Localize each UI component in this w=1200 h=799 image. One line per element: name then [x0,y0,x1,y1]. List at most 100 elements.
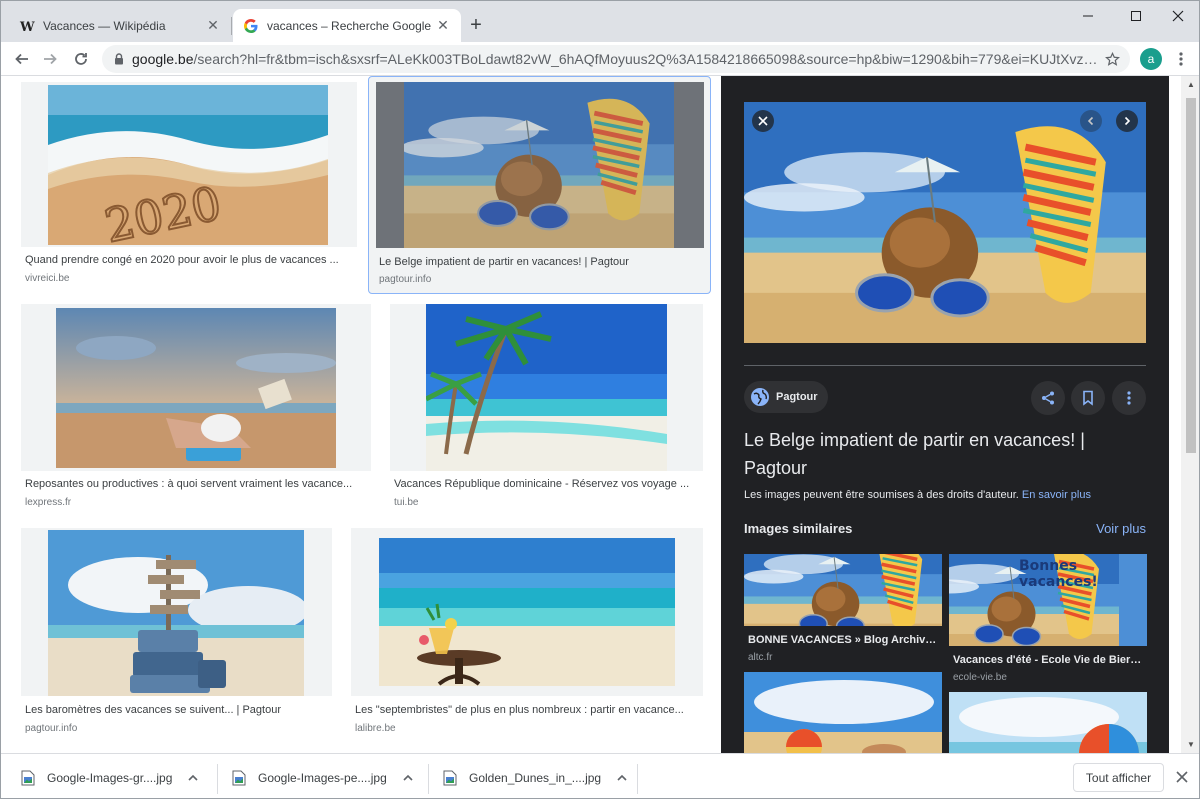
similar-thumbnail[interactable] [744,672,942,753]
image-preview-panel: Pagtour Le Belge impatient de partir en … [721,76,1169,753]
similar-source[interactable]: ecole-vie.be [953,672,1007,683]
forward-button[interactable] [37,46,63,72]
woman-reading-image [56,308,336,468]
chevron-up-icon[interactable] [403,774,413,782]
arrow-right-icon [44,53,57,65]
preview-title[interactable]: Le Belge impatient de partir en vacances… [744,426,1144,482]
result-caption[interactable]: Les "septembristes" de plus en plus nomb… [355,704,695,716]
more-options-button[interactable] [1112,381,1146,415]
download-bar-close-button[interactable] [1173,768,1191,786]
beach-2020-image: 2020 [48,85,328,245]
beach-ball-image [744,672,942,753]
image-result[interactable]: Les baromètres des vacances se suivent..… [21,528,332,738]
svg-text:W: W [19,20,35,34]
image-result[interactable]: Les "septembristes" de plus en plus nomb… [351,528,703,738]
result-thumbnail[interactable] [21,304,371,471]
similar-thumbnail[interactable] [949,692,1147,753]
preview-image[interactable] [744,102,1146,343]
palm-trees-image [426,304,667,471]
similar-title[interactable]: Vacances d'été - Ecole Vie de Bierges [953,654,1145,666]
lock-icon [114,53,124,65]
maximize-button[interactable] [1113,1,1159,31]
download-item[interactable]: Google-Images-pe....jpg [232,754,428,798]
bonnes-vacances-overlay: Bonnes vacances! [1019,558,1098,590]
cocktail-beach-image [379,538,675,686]
tab-close-icon[interactable]: ✕ [205,17,221,34]
coconut-flipflops-image [744,554,942,626]
similar-thumbnail[interactable]: Bonnes vacances! [949,554,1147,646]
tab-google-search[interactable]: vacances – Recherche Google ✕ [233,9,461,42]
coconut-flipflops-image [744,102,1146,343]
new-tab-button[interactable]: + [465,15,487,37]
image-result[interactable]: 2020 Quand prendre congé en 2020 pour av… [21,82,357,292]
scroll-up-icon[interactable]: ▲ [1186,80,1196,89]
divider [637,764,638,794]
source-chip-label: Pagtour [776,391,818,403]
scroll-down-icon[interactable]: ▼ [1186,740,1196,749]
similar-image[interactable] [949,692,1147,753]
result-source[interactable]: pagtour.info [379,274,431,285]
minimize-button[interactable] [1065,1,1111,31]
result-source[interactable]: vivreici.be [25,273,69,284]
beach-ball-image [949,692,1147,753]
similar-image[interactable]: Bonnes vacances! Vacances d'été - Ecole … [949,554,1147,684]
result-thumbnail[interactable]: 2020 [21,82,357,247]
previous-image-button[interactable] [1080,110,1102,132]
see-more-link[interactable]: Voir plus [1096,521,1146,536]
page-scrollbar[interactable]: ▲ ▼ [1181,76,1199,753]
download-filename: Google-Images-pe....jpg [258,770,387,785]
learn-more-link[interactable]: En savoir plus [1022,489,1091,501]
panel-close-button[interactable] [752,110,774,132]
result-source[interactable]: lalibre.be [355,723,396,734]
similar-source[interactable]: altc.fr [748,652,772,663]
next-image-button[interactable] [1116,110,1138,132]
result-thumbnail[interactable] [21,528,332,696]
close-icon [1172,10,1184,22]
similar-title[interactable]: BONNE VACANCES » Blog Archive »... [748,634,940,646]
chevron-up-icon[interactable] [188,774,198,782]
chevron-up-icon[interactable] [617,774,627,782]
scrollbar-thumb[interactable] [1186,98,1196,453]
google-icon [243,18,259,34]
download-item[interactable]: Golden_Dunes_in_....jpg [443,754,639,798]
result-source[interactable]: pagtour.info [25,723,77,734]
image-result[interactable]: Vacances République dominicaine - Réserv… [390,304,703,514]
close-icon [1176,771,1188,783]
result-caption[interactable]: Reposantes ou productives : à quoi serve… [25,478,363,490]
close-icon [758,116,768,126]
result-source[interactable]: lexpress.fr [25,497,71,508]
profile-avatar[interactable]: a [1140,48,1162,70]
result-thumbnail[interactable] [390,304,703,471]
download-item[interactable]: Google-Images-gr....jpg [21,754,217,798]
similar-images-heading: Images similaires [744,521,853,536]
result-source[interactable]: tui.be [394,497,418,508]
maximize-icon [1131,11,1141,21]
address-bar[interactable]: google.be/search?hl=fr&tbm=isch&sxsrf=AL… [102,45,1130,73]
image-file-icon [443,770,459,786]
result-caption[interactable]: Le Belge impatient de partir en vacances… [379,256,702,268]
tab-title: vacances – Recherche Google [267,18,432,33]
window-close-button[interactable] [1155,1,1199,31]
back-button[interactable] [9,46,35,72]
result-caption[interactable]: Vacances République dominicaine - Réserv… [394,478,695,490]
similar-image[interactable] [744,672,942,753]
similar-thumbnail[interactable] [744,554,942,626]
browser-menu-button[interactable] [1171,47,1191,71]
similar-image[interactable]: BONNE VACANCES » Blog Archive »... altc.… [744,554,942,664]
image-result-selected[interactable]: Le Belge impatient de partir en vacances… [368,76,711,294]
source-chip[interactable]: Pagtour [744,381,828,413]
tab-title: Vacances — Wikipédia [43,18,166,33]
result-thumbnail[interactable] [351,528,703,696]
tab-close-icon[interactable]: ✕ [435,17,451,34]
result-caption[interactable]: Quand prendre congé en 2020 pour avoir l… [25,254,349,266]
save-collection-button[interactable] [1071,381,1105,415]
reload-button[interactable] [68,46,94,72]
result-thumbnail[interactable] [376,82,704,248]
image-result[interactable]: Reposantes ou productives : à quoi serve… [21,304,371,514]
bookmark-star-icon[interactable] [1105,51,1120,67]
show-all-downloads-button[interactable]: Tout afficher [1073,763,1164,792]
result-caption[interactable]: Les baromètres des vacances se suivent..… [25,704,324,716]
tab-wikipedia[interactable]: W Vacances — Wikipédia ✕ [9,9,231,42]
share-button[interactable] [1031,381,1065,415]
divider [217,764,218,794]
